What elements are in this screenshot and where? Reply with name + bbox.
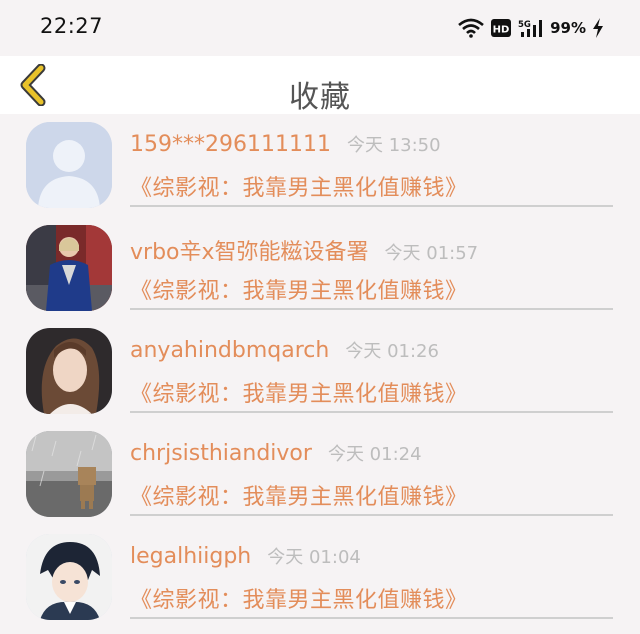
battery-percent: 99% [550,19,586,37]
timestamp: 今天 01:04 [267,547,361,568]
divider [130,308,613,310]
5g-signal-icon: 5G [518,20,543,37]
user-name: vrbo辛x智弥能糍设备署 今天 01:57 [130,234,478,266]
hd-icon: HD [491,19,512,37]
nav-bar: 收藏 [0,56,640,115]
status-icons: HD 5G 99% [458,16,604,40]
divider [130,514,613,516]
divider [130,205,613,207]
woman-photo-image [26,225,112,311]
user-name-text: chrjsisthiandivor [130,441,312,466]
favorites-list: 159***296111111 今天 13:50 《综影视：我靠男主黑化值赚钱》 … [0,114,640,629]
user-name-text: vrbo辛x智弥能糍设备署 [130,240,369,265]
user-name-text: anyahindbmqarch [130,338,330,363]
divider [130,411,613,413]
user-name: legalhiigph 今天 01:04 [130,543,361,569]
avatar[interactable] [26,328,112,414]
user-name: 159***296111111 今天 13:50 [130,131,441,157]
list-item[interactable]: legalhiigph 今天 01:04 《综影视：我靠男主黑化值赚钱》 [0,526,640,629]
list-item[interactable]: vrbo辛x智弥能糍设备署 今天 01:57 《综影视：我靠男主黑化值赚钱》 [0,217,640,320]
user-name-text: 159***296111111 [130,132,331,157]
wifi-icon [458,18,484,38]
book-title[interactable]: 《综影视：我靠男主黑化值赚钱》 [130,273,468,305]
divider [130,617,613,619]
network-label: 5G [518,20,531,30]
hd-label: HD [493,25,510,36]
avatar[interactable] [26,534,112,620]
default-avatar-image [26,122,112,208]
user-name-text: legalhiigph [130,544,252,569]
timestamp: 今天 01:57 [384,243,479,264]
user-name: chrjsisthiandivor 今天 01:24 [130,440,422,466]
status-time: 22:27 [40,14,104,38]
user-name: anyahindbmqarch 今天 01:26 [130,337,439,363]
list-item[interactable]: chrjsisthiandivor 今天 01:24 《综影视：我靠男主黑化值赚钱… [0,423,640,526]
timestamp: 今天 01:24 [327,444,422,465]
page-title: 收藏 [289,80,351,115]
list-item[interactable]: anyahindbmqarch 今天 01:26 《综影视：我靠男主黑化值赚钱》 [0,320,640,423]
book-title[interactable]: 《综影视：我靠男主黑化值赚钱》 [130,170,468,202]
avatar[interactable] [26,122,112,208]
timestamp: 今天 13:50 [346,135,441,156]
avatar[interactable] [26,431,112,517]
book-title[interactable]: 《综影视：我靠男主黑化值赚钱》 [130,376,468,408]
cardboard-figure-image [26,431,112,517]
woman-portrait-image [26,328,112,414]
status-bar: 22:27 HD 5G 99% [0,0,640,56]
list-item[interactable]: 159***296111111 今天 13:50 《综影视：我靠男主黑化值赚钱》 [0,114,640,217]
charging-icon [593,18,603,38]
book-title[interactable]: 《综影视：我靠男主黑化值赚钱》 [130,582,468,614]
avatar[interactable] [26,225,112,311]
timestamp: 今天 01:26 [345,341,439,362]
anime-boy-image [26,534,112,620]
book-title[interactable]: 《综影视：我靠男主黑化值赚钱》 [130,479,468,511]
